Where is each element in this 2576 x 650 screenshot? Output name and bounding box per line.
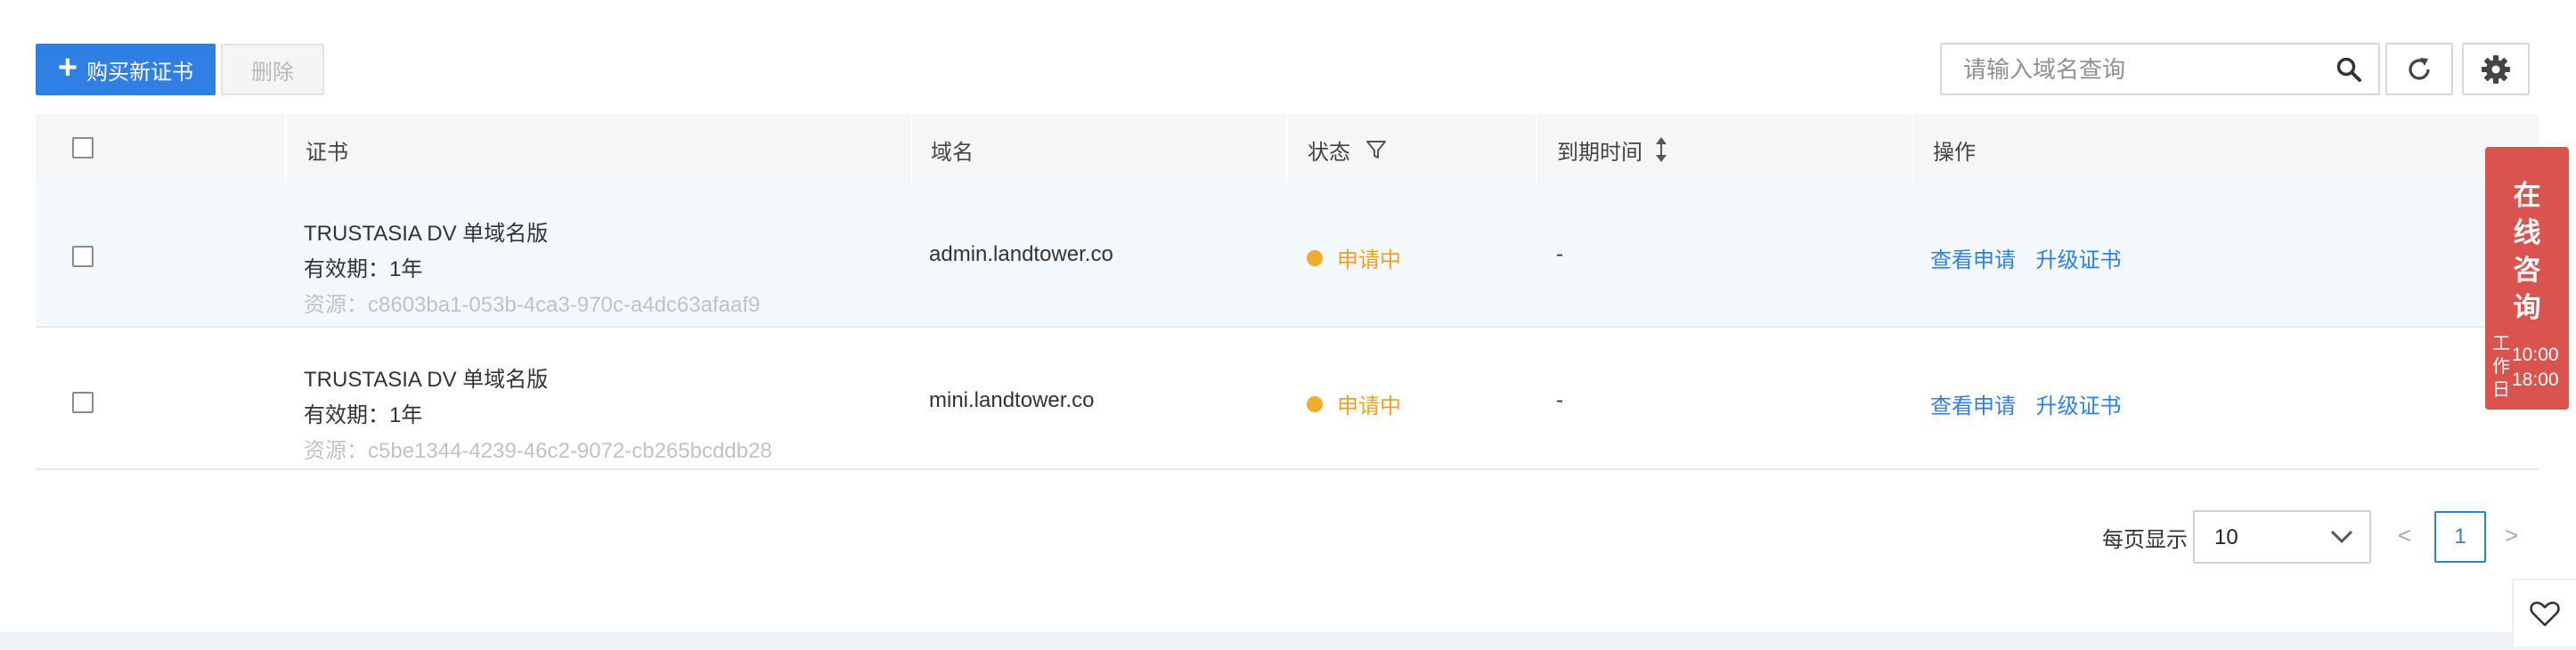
header-status-label: 状态 xyxy=(1308,140,1350,165)
view-application-link[interactable]: 查看申请 xyxy=(1930,248,2016,272)
sort-icon[interactable] xyxy=(1653,135,1669,164)
online-consult-widget[interactable]: 在线咨询 工作日 10:00 18:00 xyxy=(2485,147,2569,410)
header-status: 状态 xyxy=(1308,114,1388,185)
upgrade-certificate-link[interactable]: 升级证书 xyxy=(2036,394,2122,418)
heart-icon xyxy=(2530,601,2560,627)
page-bottom-band xyxy=(0,632,2576,650)
expire-date: - xyxy=(1556,242,1563,266)
refresh-button[interactable] xyxy=(2385,43,2453,95)
consult-title-text: 在线咨询 xyxy=(2513,180,2541,323)
page-size-select[interactable]: 10 xyxy=(2193,510,2371,564)
page-number-button[interactable]: 1 xyxy=(2434,511,2486,563)
plus-icon: + xyxy=(57,49,78,86)
gear-icon xyxy=(2482,54,2510,84)
refresh-icon xyxy=(2409,57,2430,80)
row-actions: 查看申请 升级证书 xyxy=(1930,242,2136,273)
certificate-resource-id: 资源：c8603ba1-053b-4ca3-970c-a4dc63afaaf9 xyxy=(304,293,761,317)
buy-certificate-button[interactable]: + 购买新证书 xyxy=(36,44,216,95)
status-dot xyxy=(1307,395,1323,412)
work-hours: 10:00 18:00 xyxy=(2512,343,2559,393)
row-checkbox[interactable] xyxy=(72,246,94,267)
filter-icon[interactable] xyxy=(1365,138,1388,161)
favorite-button[interactable] xyxy=(2512,579,2576,646)
header-certificate: 证书 xyxy=(306,140,348,165)
domain-search-box xyxy=(1940,43,2380,95)
status-badge: 申请中 xyxy=(1307,388,1401,419)
status-text: 申请中 xyxy=(1337,248,1401,272)
page-size-value: 10 xyxy=(2214,525,2238,549)
certificate-validity: 有效期：1年 xyxy=(304,403,423,427)
prev-page-button[interactable]: < xyxy=(2398,522,2411,549)
header-expire: 到期时间 xyxy=(1557,114,1669,185)
next-page-button[interactable]: > xyxy=(2505,522,2518,549)
certificate-name: TRUSTASIA DV 单域名版 xyxy=(304,222,549,246)
column-divider xyxy=(285,114,287,185)
column-divider xyxy=(1536,114,1537,185)
header-domain: 域名 xyxy=(931,140,974,165)
status-text: 申请中 xyxy=(1337,394,1401,418)
expire-date: - xyxy=(1556,388,1563,412)
table-header: 证书 域名 状态 到期时间 操作 xyxy=(36,114,2539,185)
certificate-domain: admin.landtower.co xyxy=(929,242,1113,266)
search-icon[interactable] xyxy=(2336,56,2362,83)
upgrade-certificate-link[interactable]: 升级证书 xyxy=(2036,248,2122,272)
column-divider xyxy=(1912,114,1913,185)
work-hours-end: 18:00 xyxy=(2512,370,2559,390)
buy-certificate-label: 购买新证书 xyxy=(86,60,194,85)
select-all-checkbox[interactable] xyxy=(72,137,94,158)
workday-label: 工作日 xyxy=(2492,334,2510,400)
table-row: TRUSTASIA DV 单域名版 有效期：1年 资源：c8603ba1-053… xyxy=(36,185,2539,328)
certificate-domain: mini.landtower.co xyxy=(929,388,1095,412)
chevron-down-icon xyxy=(2330,530,2353,544)
settings-button[interactable] xyxy=(2462,43,2530,95)
row-checkbox[interactable] xyxy=(72,392,94,413)
header-expire-label: 到期时间 xyxy=(1557,140,1643,165)
header-action: 操作 xyxy=(1933,140,1976,165)
table-row: TRUSTASIA DV 单域名版 有效期：1年 资源：c5be1344-423… xyxy=(36,328,2539,470)
certificate-name: TRUSTASIA DV 单域名版 xyxy=(304,368,549,392)
page-size-label: 每页显示 xyxy=(2102,528,2188,552)
status-dot xyxy=(1307,249,1323,266)
delete-button[interactable]: 删除 xyxy=(221,44,324,95)
status-badge: 申请中 xyxy=(1307,242,1401,273)
certificate-validity: 有效期：1年 xyxy=(304,257,423,281)
row-actions: 查看申请 升级证书 xyxy=(1930,388,2136,419)
certificate-resource-id: 资源：c5be1344-4239-46c2-9072-cb265bcddb28 xyxy=(304,439,772,463)
column-divider xyxy=(910,114,912,185)
work-hours-start: 10:00 xyxy=(2512,345,2559,365)
view-application-link[interactable]: 查看申请 xyxy=(1930,394,2016,418)
consult-title: 在线咨询 xyxy=(2485,177,2569,327)
column-divider xyxy=(1286,114,1288,185)
domain-search-input[interactable] xyxy=(1963,53,2319,85)
